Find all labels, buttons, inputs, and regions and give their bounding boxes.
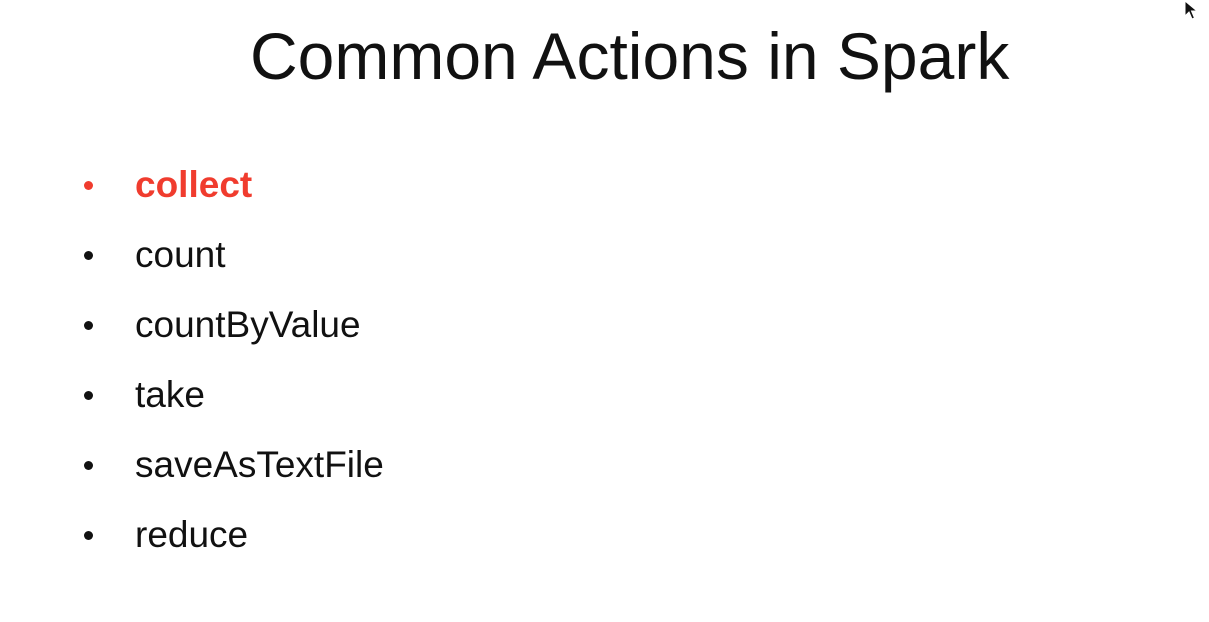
bullet-icon — [84, 250, 93, 260]
bullet-icon — [84, 390, 93, 400]
list-item-count: count — [80, 220, 384, 290]
list-item-reduce: reduce — [80, 500, 384, 570]
list-item-countbyvalue: countByValue — [80, 290, 384, 360]
list-item-label: count — [135, 234, 226, 275]
bullet-icon — [84, 180, 93, 190]
list-item-label: countByValue — [135, 304, 361, 345]
bullet-list: collect count countByValue take saveAsTe… — [80, 150, 384, 570]
list-item-label: take — [135, 374, 205, 415]
slide: Common Actions in Spark collect count co… — [0, 0, 1209, 622]
bullet-icon — [84, 320, 93, 330]
list-item-label: reduce — [135, 514, 249, 555]
mouse-pointer-icon — [1184, 0, 1198, 20]
list-item-label: saveAsTextFile — [135, 444, 384, 485]
slide-title: Common Actions in Spark — [250, 19, 1010, 93]
list-item-collect: collect — [80, 150, 384, 220]
list-item-saveastextfile: saveAsTextFile — [80, 430, 384, 500]
list-item-take: take — [80, 360, 384, 430]
bullet-icon — [84, 530, 93, 540]
bullet-icon — [84, 460, 93, 470]
list-item-label: collect — [135, 164, 253, 205]
